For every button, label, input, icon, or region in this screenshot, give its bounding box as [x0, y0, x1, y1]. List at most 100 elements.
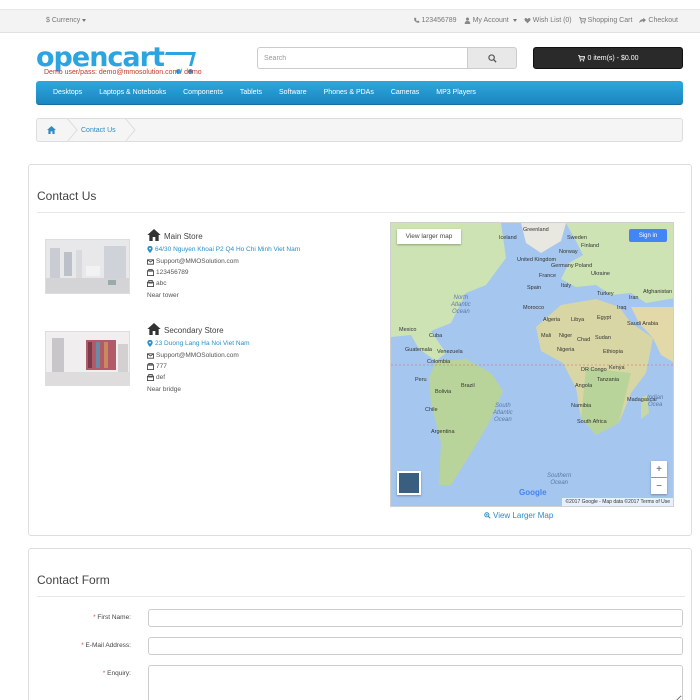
- store-address[interactable]: 64/30 Nguyen Khoai P2 Q4 Ho Chi Minh Vie…: [147, 246, 300, 253]
- envelope-icon: [147, 258, 154, 265]
- menu-item-laptops[interactable]: Laptops & Notebooks: [99, 89, 166, 96]
- map-signin-button[interactable]: Sign in: [629, 229, 667, 242]
- map-label: Finland: [581, 243, 600, 249]
- enquiry-textarea[interactable]: [148, 665, 683, 700]
- chevron-down-icon: [82, 18, 87, 22]
- heart-icon: [524, 18, 531, 24]
- zoom-in-icon: [484, 512, 491, 519]
- map-label: DR Congo: [581, 367, 607, 373]
- map-attribution[interactable]: ©2017 Google - Map data ©2017 Terms of U…: [562, 498, 673, 506]
- map-label: Saudi Arabia: [627, 321, 659, 327]
- store-address[interactable]: 23 Duong Lang Ha Noi Viet Nam: [147, 340, 250, 347]
- map-label: Angola: [575, 383, 593, 389]
- store-fax: abc: [147, 280, 166, 287]
- signin-text: Sign in: [638, 232, 658, 239]
- menu-item-desktops[interactable]: Desktops: [53, 89, 82, 96]
- panel-title-contact-form: Contact Form: [37, 573, 110, 587]
- ocean-label: Indian Ocea: [647, 395, 664, 408]
- google-map[interactable]: Greenland Iceland Norway Sweden Finland …: [390, 222, 674, 507]
- menu-item-phones[interactable]: Phones & PDAs: [324, 89, 374, 96]
- store-interior-image: [46, 332, 129, 385]
- map-label: Bolivia: [435, 389, 452, 395]
- shopping-cart-link[interactable]: Shopping Cart: [578, 17, 633, 24]
- view-larger-map-link[interactable]: View Larger Map: [484, 511, 553, 520]
- map-label: Turkey: [597, 291, 614, 297]
- search-icon: [487, 53, 497, 63]
- top-links: 123456789 My Account Wish List (0) Shopp…: [413, 17, 678, 24]
- store-photo: [45, 239, 130, 294]
- user-icon: [464, 17, 470, 24]
- map-label: Kenya: [609, 365, 625, 371]
- search-bar: [257, 47, 517, 69]
- ocean-label: North Atlantic Ocean: [451, 295, 471, 315]
- menu-item-components[interactable]: Components: [183, 89, 223, 96]
- store-phone: 777: [147, 363, 167, 370]
- map-label: Cuba: [429, 333, 443, 339]
- search-input[interactable]: [257, 47, 468, 69]
- ocean-label: Southern Ocean: [547, 473, 572, 486]
- store-phone-text: 777: [156, 363, 167, 370]
- phone-text: 123456789: [421, 17, 457, 24]
- my-account-dropdown[interactable]: My Account: [464, 17, 517, 24]
- satellite-toggle[interactable]: [397, 471, 421, 495]
- map-label: Libya: [571, 317, 585, 323]
- contact-us-panel: Contact Us Main Store 64/30 Nguyen Khoai…: [28, 164, 692, 536]
- zoom-in-button[interactable]: +: [651, 461, 667, 477]
- panel-divider: [37, 596, 685, 597]
- required-mark: *: [93, 614, 96, 621]
- cart-button[interactable]: 0 item(s) - $0.00: [533, 47, 683, 69]
- currency-dropdown[interactable]: $ Currency: [46, 17, 87, 24]
- map-marker-icon: [147, 340, 153, 347]
- map-label: Brazil: [461, 383, 475, 389]
- store-fax-text: def: [156, 374, 166, 381]
- checkout-link[interactable]: Checkout: [639, 17, 678, 24]
- store-address-text: 23 Duong Lang Ha Noi Viet Nam: [155, 340, 250, 347]
- panel-title-contact-us: Contact Us: [37, 189, 97, 203]
- breadcrumb-home[interactable]: [47, 126, 56, 136]
- wishlist-link[interactable]: Wish List (0): [524, 17, 572, 24]
- shopping-cart-text: Shopping Cart: [587, 17, 633, 24]
- breadcrumb-contact-us[interactable]: Contact Us: [81, 127, 116, 134]
- map-label: Ukraine: [591, 271, 610, 277]
- phone-icon: [413, 17, 419, 23]
- home-icon: [147, 323, 161, 335]
- map-label: Peru: [415, 377, 427, 383]
- email-input[interactable]: [148, 637, 683, 655]
- contact-form-panel: Contact Form * First Name: * E-Mail Addr…: [28, 548, 692, 700]
- store-logo[interactable]: opencart Demo user/pass: demo@mmosolutio…: [36, 44, 202, 80]
- phone-icon: [147, 269, 154, 276]
- map-label: Egypt: [597, 315, 612, 321]
- enquiry-label: * Enquiry:: [103, 670, 131, 677]
- map-label: Niger: [559, 333, 573, 339]
- wishlist-text: Wish List (0): [532, 17, 572, 24]
- menu-item-cameras[interactable]: Cameras: [391, 89, 419, 96]
- menu-item-mp3[interactable]: MP3 Players: [436, 89, 476, 96]
- google-logo: Google: [519, 488, 547, 497]
- search-button[interactable]: [468, 47, 517, 69]
- map-label: South Africa: [577, 419, 607, 425]
- logo-cart-mark: [162, 52, 196, 66]
- chevron-down-icon: [512, 19, 517, 22]
- main-menu: Desktops Laptops & Notebooks Components …: [36, 81, 683, 105]
- map-label: Iraq: [617, 305, 627, 311]
- breadcrumb: Contact Us: [36, 118, 683, 142]
- map-marker-icon: [147, 246, 153, 253]
- email-label: * E-Mail Address:: [81, 642, 131, 649]
- cart-button-text: 0 item(s) - $0.00: [587, 54, 639, 62]
- view-larger-map-button[interactable]: View larger map: [397, 229, 461, 244]
- store-name: Main Store: [147, 229, 203, 241]
- enquiry-label-text: Enquiry:: [107, 670, 131, 677]
- map-land-shapes: [391, 223, 673, 485]
- phone-link[interactable]: 123456789: [413, 17, 457, 24]
- zoom-out-button[interactable]: −: [651, 478, 667, 494]
- store-note: Near bridge: [147, 386, 181, 393]
- menu-item-tablets[interactable]: Tablets: [240, 89, 262, 96]
- map-label: Greenland: [523, 227, 549, 233]
- menu-item-software[interactable]: Software: [279, 89, 307, 96]
- breadcrumb-separator: [125, 118, 136, 142]
- store-interior-image: [46, 240, 129, 293]
- map-label: Sweden: [567, 235, 587, 241]
- envelope-icon: [147, 352, 154, 359]
- map-label: Colombia: [427, 359, 451, 365]
- first-name-input[interactable]: [148, 609, 683, 627]
